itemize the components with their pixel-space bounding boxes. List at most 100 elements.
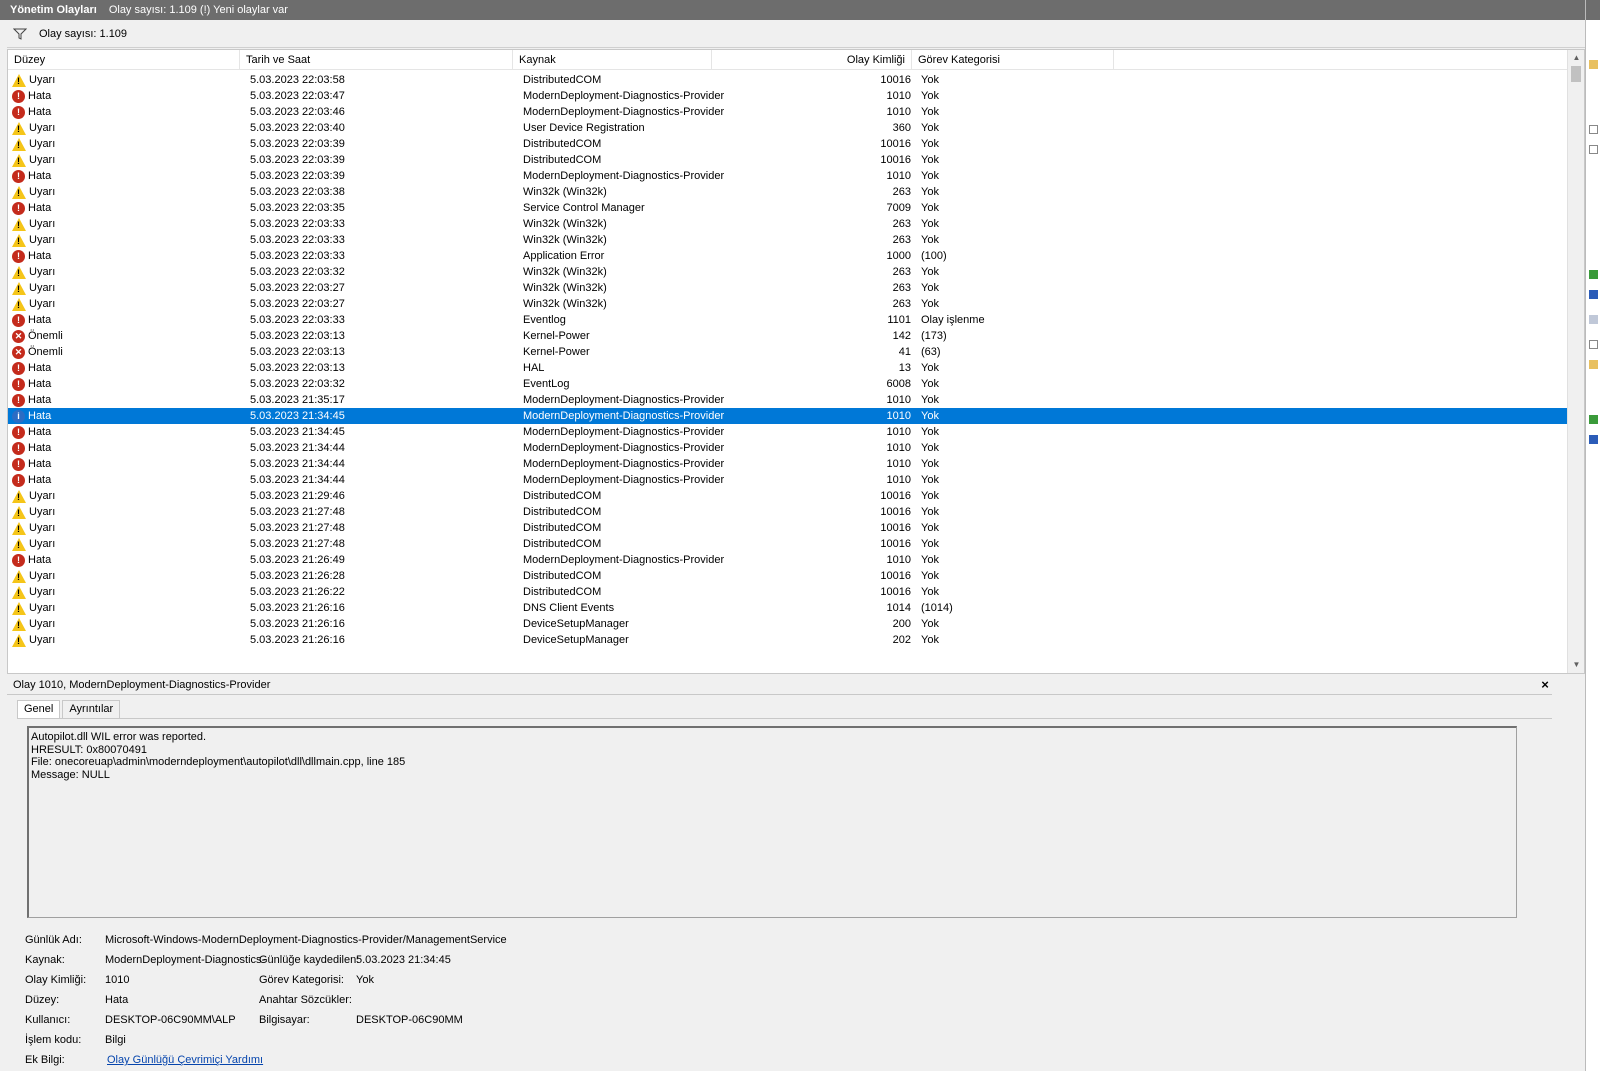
table-row[interactable]: Uyarı 5.03.2023 21:27:48 DistributedCOM 100… [8,504,1568,520]
cell-date: 5.03.2023 22:03:27 [250,282,345,294]
filter-bar: Olay sayısı: 1.109 [7,20,1585,48]
table-row[interactable]: ! Hata 5.03.2023 21:34:44 ModernDeployment-… [8,472,1568,488]
action-icon[interactable] [1589,125,1598,134]
error-icon: ! [12,441,25,455]
column-header-event-id[interactable]: Olay Kimliği [712,50,912,70]
table-row[interactable]: Uyarı 5.03.2023 21:26:16 DNS Client Events… [8,600,1568,616]
table-row[interactable]: Uyarı 5.03.2023 21:27:48 DistributedCOM 100… [8,536,1568,552]
table-row[interactable]: ! Hata 5.03.2023 22:03:46 ModernDeployment-… [8,104,1568,120]
action-icon[interactable] [1589,340,1598,349]
cell-source: DistributedCOM [523,522,602,534]
column-header-date[interactable]: Tarih ve Saat [240,50,513,70]
table-row[interactable]: Uyarı 5.03.2023 22:03:40 User Device Regis… [8,120,1568,136]
error-icon: ! [12,425,25,439]
event-grid[interactable]: Düzey Tarih ve Saat Kaynak Olay Kimliği … [7,49,1585,674]
cell-source: ModernDeployment-Diagnostics-Provider [523,170,725,182]
event-message-box[interactable]: Autopilot.dll WIL error was reported. HR… [27,726,1517,918]
tab-details[interactable]: Ayrıntılar [62,700,121,718]
table-row[interactable]: ! Hata 5.03.2023 21:35:17 ModernDeployment-… [8,392,1568,408]
cell-date: 5.03.2023 21:26:16 [250,602,345,614]
table-row[interactable]: Uyarı 5.03.2023 21:26:22 DistributedCOM 100… [8,584,1568,600]
action-icon[interactable] [1589,415,1598,424]
level-text: Uyarı [29,138,56,150]
table-row[interactable]: ! Hata 5.03.2023 22:03:33 Application Error… [8,248,1568,264]
table-row[interactable]: Uyarı 5.03.2023 21:27:48 DistributedCOM 100… [8,520,1568,536]
vertical-scrollbar[interactable]: ▲ ▼ [1567,50,1584,673]
cell-level: Uyarı [8,217,244,231]
table-row[interactable]: Uyarı 5.03.2023 21:26:16 DeviceSetupManage… [8,616,1568,632]
cell-task-category: Yok [921,410,939,422]
scroll-down-arrow-icon[interactable]: ▼ [1568,657,1584,673]
table-row[interactable]: ! Hata 5.03.2023 21:26:49 ModernDeployment-… [8,552,1568,568]
action-icon[interactable] [1589,60,1598,69]
column-header-level[interactable]: Düzey [8,50,240,70]
cell-task-category: Yok [921,218,939,230]
column-header-source[interactable]: Kaynak [513,50,712,70]
column-header-task-category[interactable]: Görev Kategorisi [912,50,1114,70]
task-category-label: Görev Kategorisi: [259,974,344,986]
cell-event-id: 13 [898,362,911,374]
table-row[interactable]: Uyarı 5.03.2023 22:03:33 Win32k (Win32k) 26… [8,216,1568,232]
table-row[interactable]: ! Hata 5.03.2023 22:03:35 Service Control M… [8,200,1568,216]
close-icon[interactable]: × [1538,676,1552,694]
table-row[interactable]: Uyarı 5.03.2023 22:03:27 Win32k (Win32k) 26… [8,296,1568,312]
cell-task-category: Yok [921,90,939,102]
action-icon[interactable] [1589,290,1598,299]
table-row[interactable]: ! Hata 5.03.2023 22:03:47 ModernDeployment-… [8,88,1568,104]
table-row[interactable]: ! Hata 5.03.2023 21:34:44 ModernDeployment-… [8,440,1568,456]
cell-level: ! Hata [8,361,244,375]
table-row[interactable]: Uyarı 5.03.2023 21:26:28 DistributedCOM 100… [8,568,1568,584]
table-row[interactable]: Uyarı 5.03.2023 22:03:33 Win32k (Win32k) 26… [8,232,1568,248]
table-row[interactable]: Uyarı 5.03.2023 21:29:46 DistributedCOM 100… [8,488,1568,504]
cell-task-category: (173) [921,330,947,342]
cell-date: 5.03.2023 22:03:35 [250,202,345,214]
table-row[interactable]: ✕ Önemli 5.03.2023 22:03:13 Kernel-Power 41 (… [8,344,1568,360]
table-row[interactable]: ! Hata 5.03.2023 21:34:44 ModernDeployment-… [8,456,1568,472]
action-icon[interactable] [1589,145,1598,154]
table-row[interactable]: ! Hata 5.03.2023 22:03:33 Eventlog 1101 Olay … [8,312,1568,328]
table-row[interactable]: Uyarı 5.03.2023 22:03:32 Win32k (Win32k) 26… [8,264,1568,280]
cell-event-id: 10016 [880,490,911,502]
action-icon[interactable] [1589,435,1598,444]
warning-icon [12,297,26,311]
scroll-up-arrow-icon[interactable]: ▲ [1568,50,1584,66]
user-label: Kullanıcı: [25,1014,71,1026]
cell-date: 5.03.2023 22:03:27 [250,298,345,310]
cell-event-id: 7009 [886,202,911,214]
table-row[interactable]: i Hata 5.03.2023 21:34:45 ModernDeployment-… [8,408,1568,424]
error-icon: ! [12,393,25,407]
cell-date: 5.03.2023 21:35:17 [250,394,345,406]
table-row[interactable]: Uyarı 5.03.2023 22:03:38 Win32k (Win32k) 26… [8,184,1568,200]
logged-label: Günlüğe kaydedilen: [259,954,360,966]
table-row[interactable]: ! Hata 5.03.2023 21:34:45 ModernDeployment-… [8,424,1568,440]
action-icon[interactable] [1589,360,1598,369]
table-row[interactable]: Uyarı 5.03.2023 22:03:39 DistributedCOM 100… [8,152,1568,168]
table-row[interactable]: ! Hata 5.03.2023 22:03:32 EventLog 6008 Yok [8,376,1568,392]
cell-task-category: Yok [921,234,939,246]
level-text: Hata [28,410,52,422]
table-row[interactable]: ! Hata 5.03.2023 22:03:13 HAL 13 Yok [8,360,1568,376]
online-help-link[interactable]: Olay Günlüğü Çevrimiçi Yardımı [107,1054,263,1066]
table-row[interactable]: Uyarı 5.03.2023 21:26:16 DeviceSetupManage… [8,632,1568,648]
filter-icon[interactable] [13,27,27,41]
critical-icon: ✕ [12,345,25,359]
table-row[interactable]: Uyarı 5.03.2023 22:03:58 DistributedCOM 100… [8,72,1568,88]
warning-icon [12,217,26,231]
level-text: Önemli [28,330,63,342]
cell-event-id: 263 [892,218,911,230]
cell-date: 5.03.2023 22:03:32 [250,266,345,278]
table-row[interactable]: ! Hata 5.03.2023 22:03:39 ModernDeployment-… [8,168,1568,184]
action-icon[interactable] [1589,270,1598,279]
action-icon[interactable] [1589,315,1598,324]
table-row[interactable]: Uyarı 5.03.2023 22:03:27 Win32k (Win32k) 26… [8,280,1568,296]
level-text: Uyarı [29,506,56,518]
table-row[interactable]: ✕ Önemli 5.03.2023 22:03:13 Kernel-Power 142… [8,328,1568,344]
level-text: Hata [28,90,52,102]
tab-general[interactable]: Genel [17,700,61,718]
cell-level: ! Hata [8,553,244,567]
cell-event-id: 1010 [886,170,911,182]
scroll-thumb[interactable] [1571,66,1581,82]
cell-event-id: 6008 [886,378,911,390]
table-row[interactable]: Uyarı 5.03.2023 22:03:39 DistributedCOM 100… [8,136,1568,152]
cell-level: ! Hata [8,393,244,407]
